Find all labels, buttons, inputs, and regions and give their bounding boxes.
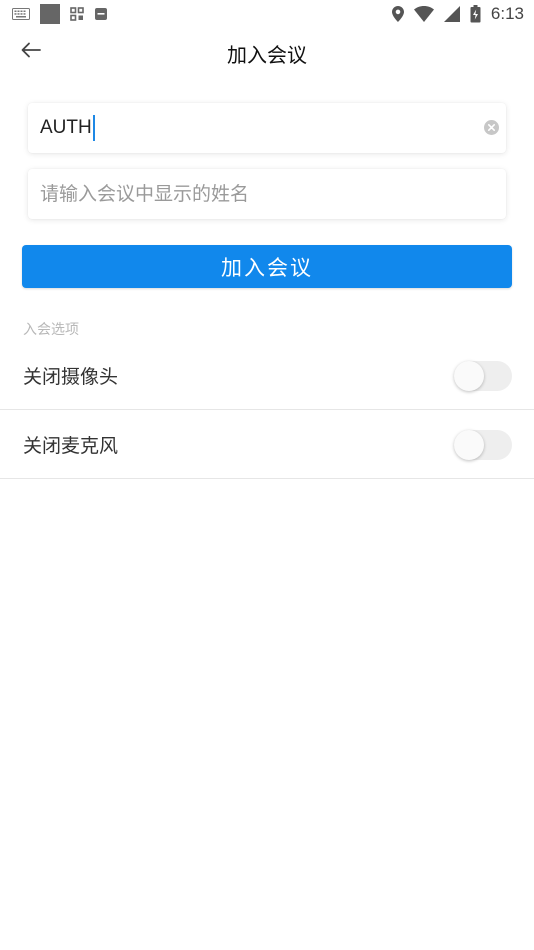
meeting-code-field[interactable]: AUTH <box>28 103 506 153</box>
display-name-input[interactable] <box>40 183 494 205</box>
battery-icon <box>470 5 481 23</box>
status-bar: 6:13 <box>0 0 534 28</box>
toggle-knob <box>454 360 484 391</box>
message-icon <box>94 7 108 21</box>
signal-icon <box>443 6 460 22</box>
status-bar-left <box>12 4 108 24</box>
text-cursor <box>92 115 95 141</box>
page-title: 加入会议 <box>227 43 307 67</box>
apps-icon <box>70 7 84 21</box>
meeting-code-input[interactable]: AUTH <box>40 115 95 141</box>
square-icon <box>40 4 60 24</box>
toggle-knob <box>454 429 484 460</box>
option-label-camera: 关闭摄像头 <box>23 366 119 388</box>
wifi-icon <box>413 6 434 22</box>
location-icon <box>391 6 404 22</box>
meeting-code-value: AUTH <box>40 117 92 138</box>
keyboard-icon <box>12 8 30 20</box>
clear-icon[interactable] <box>482 118 500 136</box>
status-time: 6:13 <box>490 4 524 23</box>
display-name-field[interactable] <box>28 169 506 219</box>
app-bar: 加入会议 <box>0 28 534 76</box>
join-meeting-button[interactable]: 加入会议 <box>22 245 512 288</box>
option-row-microphone: 关闭麦克风 <box>0 411 534 479</box>
option-label-microphone: 关闭麦克风 <box>23 435 119 457</box>
microphone-toggle[interactable] <box>454 429 512 460</box>
option-row-camera: 关闭摄像头 <box>0 342 534 410</box>
camera-toggle[interactable] <box>454 360 512 391</box>
status-bar-right: 6:13 <box>391 4 524 24</box>
options-section-title: 入会选项 <box>23 322 79 338</box>
